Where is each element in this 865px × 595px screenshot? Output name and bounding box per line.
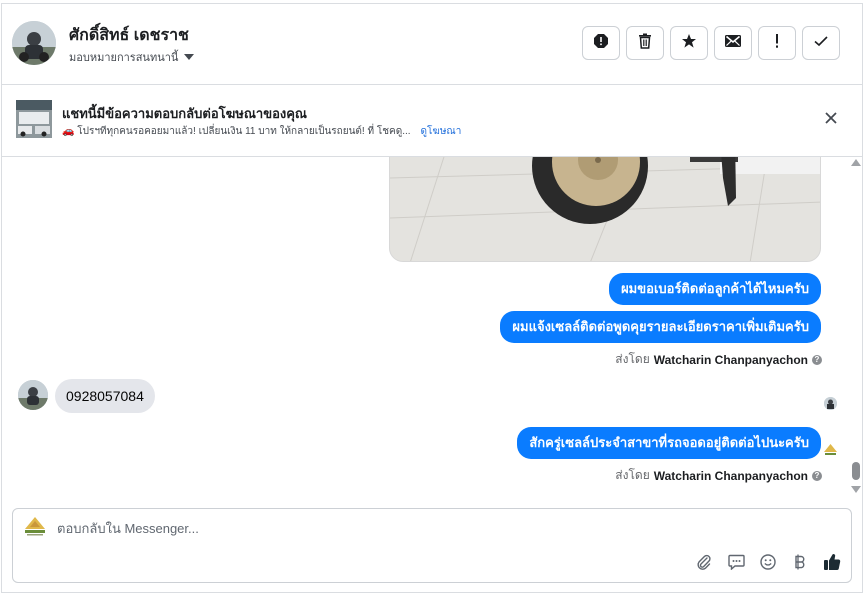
ad-banner-subtitle-row: 🚗 โปรฯทีทุกคนรอคอยมาแล้ว! เปลี่ยนเงิน 11… — [62, 124, 461, 139]
ad-banner-subtitle: 🚗 โปรฯทีทุกคนรอคอยมาแล้ว! เปลี่ยนเงิน 11… — [62, 126, 411, 137]
report-spam-button[interactable] — [582, 26, 620, 60]
page-logo — [23, 517, 47, 537]
ad-reply-banner: แชทนี้มีข้อความตอบกลับต่อโฆษณาของคุณ 🚗 โ… — [2, 85, 862, 157]
caret-down-icon — [184, 54, 195, 60]
close-banner-button[interactable] — [820, 109, 842, 131]
contact-avatar[interactable] — [12, 21, 56, 65]
sent-by-name: Watcharin Chanpanyachon — [653, 468, 808, 483]
close-icon — [825, 111, 837, 129]
check-icon — [813, 34, 829, 52]
reply-composer — [12, 508, 852, 583]
conversation-header: ศักดิ์สิทธ์ เดชราช มอบหมายการสนทนานี้ — [2, 4, 862, 85]
assign-label: มอบหมายการสนทนานี้ — [69, 52, 179, 64]
reply-input[interactable] — [57, 521, 657, 536]
outgoing-message[interactable]: ผมขอเบอร์ติดต่อลูกค้าได้ไหมครับ — [609, 273, 821, 305]
like-icon[interactable] — [823, 553, 841, 571]
star-icon — [681, 33, 697, 54]
sent-by-line: ส่งโดย Watcharin Chanpanyachon ? — [615, 350, 822, 369]
page-logo-icon — [824, 443, 837, 455]
mark-unread-button[interactable] — [714, 26, 752, 60]
sent-by-name: Watcharin Chanpanyachon — [653, 352, 808, 367]
message-thread[interactable]: ผมขอเบอร์ติดต่อลูกค้าได้ไหมครับ ผมแจ้งเซ… — [2, 157, 862, 505]
star-button[interactable] — [670, 26, 708, 60]
sent-image-attachment[interactable] — [389, 157, 821, 262]
info-icon[interactable]: ? — [812, 470, 822, 481]
sent-by-prefix: ส่งโดย — [615, 352, 650, 366]
saved-reply-icon[interactable] — [727, 553, 745, 571]
mail-icon — [725, 34, 741, 52]
header-actions — [582, 26, 840, 60]
mark-done-button[interactable] — [802, 26, 840, 60]
attachment-icon[interactable] — [695, 553, 713, 571]
baht-payment-icon[interactable] — [791, 553, 809, 571]
incoming-message[interactable]: 0928057084 — [55, 379, 155, 413]
messenger-conversation-panel: ศักดิ์สิทธ์ เดชราช มอบหมายการสนทนานี้ แช… — [1, 3, 863, 593]
scrollbar-thumb[interactable] — [852, 462, 860, 480]
scroll-down-arrow[interactable] — [851, 486, 861, 493]
delete-button[interactable] — [626, 26, 664, 60]
scroll-up-arrow[interactable] — [851, 159, 861, 166]
ad-banner-title: แชทนี้มีข้อความตอบกลับต่อโฆษณาของคุณ — [62, 106, 307, 121]
assign-conversation-dropdown[interactable]: มอบหมายการสนทนานี้ — [69, 48, 195, 66]
emoji-icon[interactable] — [759, 553, 777, 571]
outgoing-message[interactable]: สักครู่เซลล์ประจำสาขาที่รถจอดอยู่ติดต่อไ… — [517, 427, 821, 459]
view-ad-link[interactable]: ดูโฆษณา — [421, 124, 462, 139]
composer-toolbar — [695, 553, 841, 571]
sent-by-prefix: ส่งโดย — [615, 468, 650, 482]
read-receipt-avatar — [824, 397, 837, 410]
report-spam-icon — [593, 33, 609, 54]
ad-thumbnail[interactable] — [16, 100, 52, 138]
outgoing-message[interactable]: ผมแจ้งเซลล์ติดต่อพูดคุยรายละเอียดราคาเพิ… — [500, 311, 821, 343]
exclamation-icon — [774, 33, 780, 54]
follow-up-button[interactable] — [758, 26, 796, 60]
info-icon[interactable]: ? — [812, 354, 822, 365]
sent-by-line: ส่งโดย Watcharin Chanpanyachon ? — [615, 466, 822, 485]
contact-avatar-small[interactable] — [18, 380, 48, 410]
contact-name[interactable]: ศักดิ์สิทธ์ เดชราช — [69, 23, 189, 48]
trash-icon — [638, 33, 652, 54]
